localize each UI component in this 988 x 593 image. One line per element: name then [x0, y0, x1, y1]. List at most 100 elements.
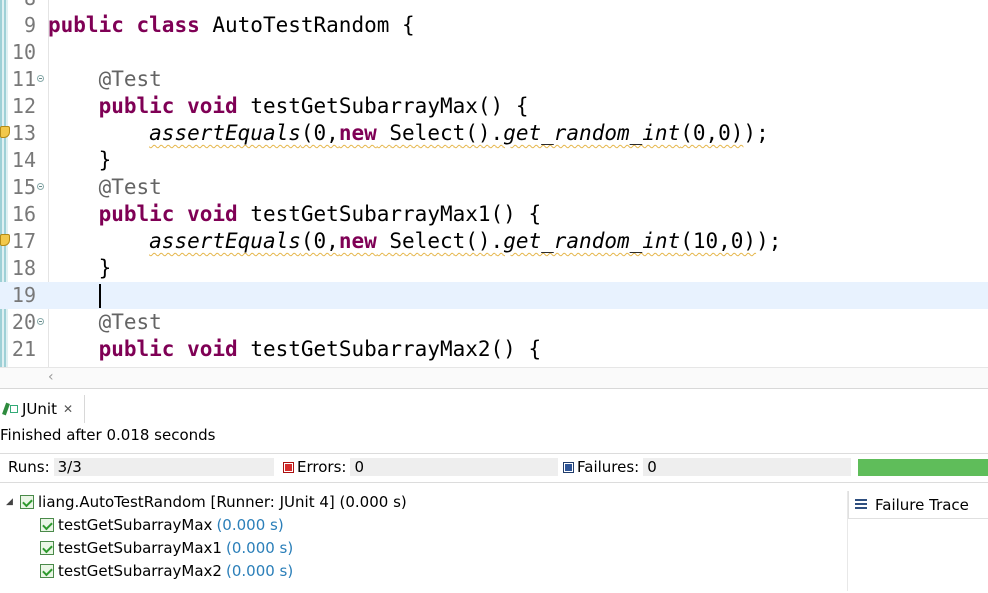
code-token: ); — [743, 121, 769, 145]
line-number: 11 — [11, 67, 36, 91]
failure-icon — [563, 461, 574, 473]
tab-label: JUnit — [22, 400, 57, 418]
code-text: public void testGetSubarrayMax2() { — [48, 336, 542, 363]
failures-counter: Failures: 0 — [563, 458, 852, 476]
failures-value: 0 — [643, 458, 852, 476]
test-name: testGetSubarrayMax1 — [58, 539, 222, 557]
tab-junit[interactable]: JUnit ✕ — [0, 395, 85, 423]
progress-bar — [858, 459, 988, 476]
tree-item-test-0[interactable]: testGetSubarrayMax (0.000 s) — [40, 514, 284, 536]
code-line[interactable]: 16 public void testGetSubarrayMax1() { — [0, 201, 988, 228]
close-icon[interactable]: ✕ — [63, 402, 73, 416]
test-ok-icon — [40, 518, 54, 532]
code-line[interactable]: 17 assertEquals(0,new Select().get_rando… — [0, 228, 988, 255]
test-suite-ok-icon — [20, 495, 34, 509]
fold-toggle-icon[interactable] — [37, 183, 44, 190]
code-token: public — [98, 94, 175, 118]
chevron-left-icon[interactable]: ‹ — [48, 369, 54, 385]
code-text: } — [48, 147, 112, 174]
runs-value: 3/3 — [53, 458, 274, 476]
code-token: AutoTestRandom { — [199, 13, 415, 37]
code-text: public void testGetSubarrayMax1() { — [48, 201, 542, 228]
code-text: } — [48, 255, 112, 282]
chevron-down-icon[interactable]: ◢ — [6, 497, 16, 507]
code-text: assertEquals(0,new Select().get_random_i… — [48, 228, 781, 255]
failure-trace-header: Failure Trace — [848, 491, 988, 519]
code-token: new — [338, 121, 377, 145]
test-ok-icon — [40, 541, 54, 555]
code-token: testGetSubarrayMax() { — [237, 94, 529, 118]
code-line[interactable]: 20 @Test — [0, 309, 988, 336]
code-token: (10,0) — [680, 229, 757, 253]
line-number: 17 — [11, 229, 36, 253]
junit-view: JUnit ✕ Finished after 0.018 seconds Run… — [0, 395, 988, 593]
code-token: (0,0) — [680, 121, 744, 145]
code-token: } — [48, 256, 112, 280]
code-token: get_random_int — [503, 121, 681, 145]
code-token: (0, — [300, 229, 339, 253]
line-number: 9 — [23, 13, 36, 37]
code-line[interactable]: 11 @Test — [0, 66, 988, 93]
tree-item-test-2[interactable]: testGetSubarrayMax2 (0.000 s) — [40, 560, 293, 582]
code-token: new — [338, 229, 377, 253]
code-line[interactable]: 12 public void testGetSubarrayMax() { — [0, 93, 988, 120]
test-time: (0.000 s) — [225, 562, 294, 580]
code-text: assertEquals(0,new Select().get_random_i… — [48, 120, 769, 147]
test-time: (0.000 s) — [216, 516, 284, 534]
code-line[interactable]: 14 } — [0, 147, 988, 174]
tree-root[interactable]: ◢ liang.AutoTestRandom [Runner: JUnit 4]… — [6, 491, 407, 513]
test-name: testGetSubarrayMax — [58, 516, 213, 534]
failure-trace-label: Failure Trace — [875, 495, 969, 514]
line-number: 8 — [8, 0, 36, 12]
code-line[interactable]: 8 — [0, 0, 988, 12]
code-text: public void testGetSubarrayMax() { — [48, 93, 529, 120]
line-number: 14 — [11, 148, 36, 172]
code-token: public — [48, 13, 124, 37]
code-text — [48, 282, 101, 309]
test-tree[interactable]: ◢ liang.AutoTestRandom [Runner: JUnit 4]… — [0, 491, 846, 591]
code-token: @Test — [98, 67, 162, 91]
fold-toggle-icon[interactable] — [37, 318, 44, 325]
tree-item-test-1[interactable]: testGetSubarrayMax1 (0.000 s) — [40, 537, 293, 559]
run-status: Finished after 0.018 seconds — [0, 426, 216, 444]
code-token: class — [136, 13, 200, 37]
fold-toggle-icon[interactable] — [37, 75, 44, 82]
errors-counter: Errors: 0 — [283, 458, 559, 476]
test-ok-icon — [40, 564, 54, 578]
code-token: Select(). — [376, 229, 504, 253]
code-token: Select(). — [376, 121, 504, 145]
junit-icon — [2, 401, 18, 417]
code-token: assertEquals — [149, 121, 301, 145]
code-line[interactable]: 18 } — [0, 255, 988, 282]
code-token: get_random_int — [503, 229, 681, 253]
code-line[interactable]: 13 assertEquals(0,new Select().get_rando… — [0, 120, 988, 147]
code-token: @Test — [98, 175, 162, 199]
code-line[interactable]: 9 public class AutoTestRandom { — [0, 12, 988, 39]
code-token: assertEquals — [149, 229, 301, 253]
line-number: 10 — [11, 40, 36, 64]
code-line[interactable]: 19 — [0, 282, 988, 309]
horizontal-scrollbar[interactable]: ‹ — [0, 367, 988, 389]
code-line[interactable]: 21 public void testGetSubarrayMax2() { — [0, 336, 988, 363]
errors-value: 0 — [350, 458, 559, 476]
code-line[interactable]: 10 — [0, 39, 988, 66]
code-token: testGetSubarrayMax2() { — [237, 337, 542, 361]
code-token: (0, — [300, 121, 339, 145]
code-text: @Test — [48, 66, 162, 93]
code-line[interactable]: 15 @Test — [0, 174, 988, 201]
line-number: 21 — [11, 337, 36, 361]
code-text: public class AutoTestRandom { — [48, 12, 415, 39]
failures-label: Failures: — [577, 458, 640, 476]
code-token: testGetSubarrayMax1() { — [237, 202, 542, 226]
code-editor[interactable]: 89public class AutoTestRandom {1011 @Tes… — [0, 0, 988, 367]
